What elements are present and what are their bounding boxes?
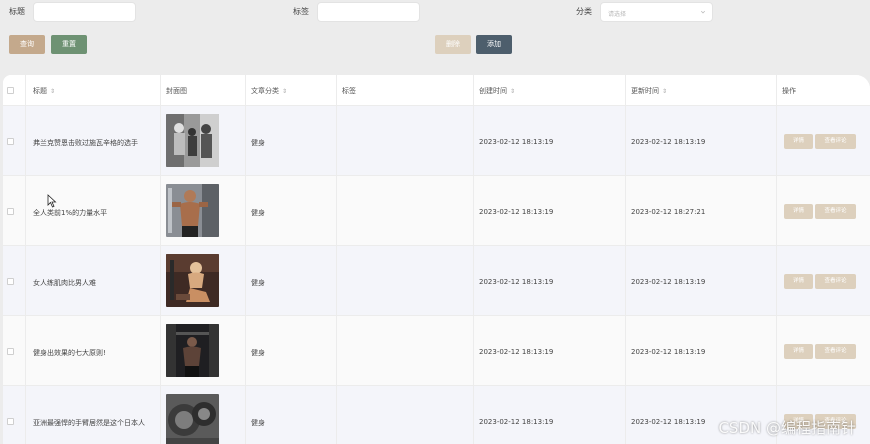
header-cover: 封面图 xyxy=(166,87,187,95)
mouse-cursor-icon xyxy=(47,194,57,208)
detail-button[interactable]: 详情 xyxy=(784,274,813,289)
cover-image xyxy=(166,114,219,167)
add-button[interactable]: 添加 xyxy=(476,35,512,54)
row-created: 2023-02-12 18:13:19 xyxy=(479,138,554,146)
query-button[interactable]: 查询 xyxy=(9,35,45,54)
category-filter-label: 分类 xyxy=(576,7,592,16)
select-all-checkbox[interactable] xyxy=(7,87,14,94)
row-updated: 2023-02-12 18:13:19 xyxy=(631,418,706,426)
watermark-text: CSDN @编程指南针 xyxy=(718,419,856,437)
row-checkbox[interactable] xyxy=(7,418,14,425)
cover-image xyxy=(166,324,219,377)
row-title: 健身出效果的七大原则! xyxy=(33,349,106,357)
row-created: 2023-02-12 18:13:19 xyxy=(479,278,554,286)
row-title: 亚洲最强悍的手臂居然是这个日本人 xyxy=(33,419,145,427)
column-divider xyxy=(336,75,337,444)
header-created[interactable]: 创建时间 ⇕ xyxy=(479,86,515,96)
row-checkbox[interactable] xyxy=(7,278,14,285)
delete-button[interactable]: 删除 xyxy=(435,35,471,54)
view-comments-button[interactable]: 查看评论 xyxy=(815,204,856,219)
header-category[interactable]: 文章分类 ⇕ xyxy=(251,86,287,96)
column-divider xyxy=(473,75,474,444)
cover-image xyxy=(166,184,219,237)
row-title: 弗兰克赞恩击败过施瓦辛格的选手 xyxy=(33,139,138,147)
row-updated: 2023-02-12 18:27:21 xyxy=(631,208,706,216)
column-divider xyxy=(25,75,26,444)
row-created: 2023-02-12 18:13:19 xyxy=(479,418,554,426)
sort-icon[interactable]: ⇕ xyxy=(50,88,55,95)
header-title-label: 标题 xyxy=(33,87,47,95)
row-category: 健身 xyxy=(251,139,265,147)
sort-icon[interactable]: ⇕ xyxy=(282,88,287,95)
column-divider xyxy=(776,75,777,444)
detail-button[interactable]: 详情 xyxy=(784,134,813,149)
row-category: 健身 xyxy=(251,209,265,217)
row-created: 2023-02-12 18:13:19 xyxy=(479,208,554,216)
header-actions: 操作 xyxy=(782,87,796,95)
header-title[interactable]: 标题 ⇕ xyxy=(33,86,55,96)
view-comments-button[interactable]: 查看评论 xyxy=(815,134,856,149)
row-title: 女人练肌肉比男人难 xyxy=(33,279,96,287)
reset-button[interactable]: 重置 xyxy=(51,35,87,54)
row-checkbox[interactable] xyxy=(7,208,14,215)
tag-filter-input[interactable] xyxy=(317,2,420,22)
row-title: 全人类前1%的力量水平 xyxy=(33,209,108,217)
row-category: 健身 xyxy=(251,419,265,427)
article-table: 标题 ⇕ 封面图 文章分类 ⇕ 标签 创建时间 ⇕ 更新时间 ⇕ 操作 弗兰克赞恩击败过… xyxy=(3,75,870,444)
table-row: 全人类前1%的力量水平 健身 2023-02-12 18:13:19 2023-… xyxy=(3,176,870,246)
cover-image xyxy=(166,254,219,307)
category-select-placeholder: 请选择 xyxy=(608,11,627,18)
header-updated-label: 更新时间 xyxy=(631,87,659,95)
view-comments-button[interactable]: 查看评论 xyxy=(815,344,856,359)
header-tag: 标签 xyxy=(342,87,356,95)
title-filter-label: 标题 xyxy=(9,7,25,16)
cover-image xyxy=(166,394,219,444)
header-created-label: 创建时间 xyxy=(479,87,507,95)
table-header: 标题 ⇕ 封面图 文章分类 ⇕ 标签 创建时间 ⇕ 更新时间 ⇕ 操作 xyxy=(3,75,870,106)
row-updated: 2023-02-12 18:13:19 xyxy=(631,278,706,286)
detail-button[interactable]: 详情 xyxy=(784,204,813,219)
row-category: 健身 xyxy=(251,279,265,287)
row-updated: 2023-02-12 18:13:19 xyxy=(631,348,706,356)
row-category: 健身 xyxy=(251,349,265,357)
sort-icon[interactable]: ⇕ xyxy=(662,88,667,95)
table-row: 女人练肌肉比男人难 健身 2023-02-12 18:13:19 2023-02… xyxy=(3,246,870,316)
row-created: 2023-02-12 18:13:19 xyxy=(479,348,554,356)
tag-filter-label: 标签 xyxy=(293,7,309,16)
row-checkbox[interactable] xyxy=(7,348,14,355)
column-divider xyxy=(245,75,246,444)
table-row: 健身出效果的七大原则! 健身 2023-02-12 18:13:19 2023-… xyxy=(3,316,870,386)
filter-bar: 标题 标签 分类 请选择 xyxy=(0,0,870,24)
view-comments-button[interactable]: 查看评论 xyxy=(815,274,856,289)
header-updated[interactable]: 更新时间 ⇕ xyxy=(631,86,667,96)
header-category-label: 文章分类 xyxy=(251,87,279,95)
title-filter-input[interactable] xyxy=(33,2,136,22)
column-divider xyxy=(625,75,626,444)
detail-button[interactable]: 详情 xyxy=(784,344,813,359)
column-divider xyxy=(160,75,161,444)
chevron-down-icon xyxy=(700,10,706,14)
category-select[interactable]: 请选择 xyxy=(600,2,713,22)
row-updated: 2023-02-12 18:13:19 xyxy=(631,138,706,146)
sort-icon[interactable]: ⇕ xyxy=(510,88,515,95)
table-row: 弗兰克赞恩击败过施瓦辛格的选手 健身 2023-02-12 18:13:19 2… xyxy=(3,106,870,176)
row-checkbox[interactable] xyxy=(7,138,14,145)
